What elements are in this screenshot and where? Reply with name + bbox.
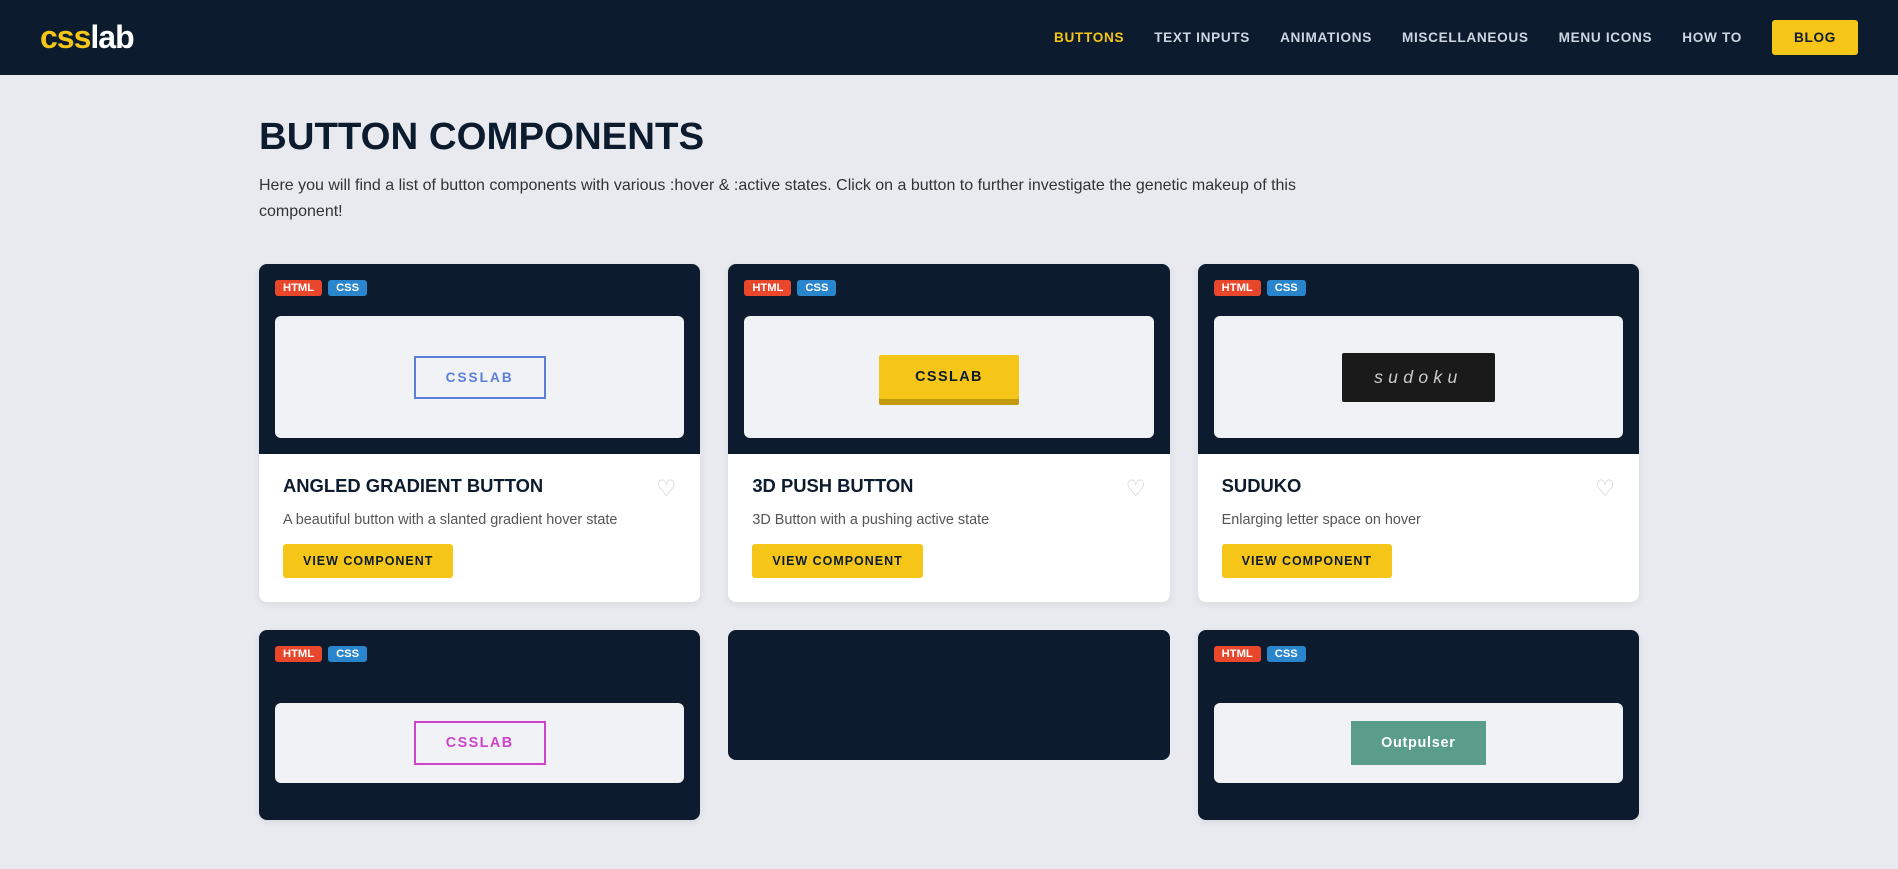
card-body-3d: 3D PUSH BUTTON ♡ 3D Button with a pushin… bbox=[728, 454, 1169, 602]
view-component-button-angled[interactable]: VIEW COMPONENT bbox=[283, 544, 453, 578]
card-4: HTML CSS CSSLab bbox=[259, 630, 700, 820]
nav-animations[interactable]: ANIMATIONS bbox=[1280, 30, 1372, 45]
tag-html-sudoku: HTML bbox=[1214, 280, 1261, 296]
view-component-button-sudoku[interactable]: VIEW COMPONENT bbox=[1222, 544, 1392, 578]
card-preview-3d: HTML CSS CSSLAB bbox=[728, 264, 1169, 454]
tag-css-3d: CSS bbox=[797, 280, 836, 296]
preview-btn-sudoku[interactable]: sudoku bbox=[1342, 353, 1494, 402]
card-preview-5: HTML CSS Outpulser bbox=[1198, 630, 1639, 820]
main-content: BUTTON COMPONENTS Here you will find a l… bbox=[199, 75, 1699, 860]
card-angled-gradient: HTML CSS CSSLAB ANGLED GRADIENT BUTTON ♡… bbox=[259, 264, 700, 602]
card-title-angled: ANGLED GRADIENT BUTTON bbox=[283, 474, 646, 498]
card-empty-middle bbox=[728, 630, 1169, 760]
card-subtitle-angled: A beautiful button with a slanted gradie… bbox=[283, 512, 676, 528]
card-title-3d: 3D PUSH BUTTON bbox=[752, 474, 1115, 498]
card-tags-4: HTML CSS bbox=[275, 646, 367, 662]
nav-text-inputs[interactable]: TEXT INPUTS bbox=[1154, 30, 1250, 45]
heart-icon[interactable]: ♡ bbox=[656, 476, 676, 502]
preview-btn-5[interactable]: Outpulser bbox=[1351, 721, 1485, 765]
tag-css-sudoku: CSS bbox=[1267, 280, 1306, 296]
nav-menu-icons[interactable]: MENU ICONS bbox=[1559, 30, 1653, 45]
tag-css: CSS bbox=[328, 280, 367, 296]
tag-html-5: HTML bbox=[1214, 646, 1261, 662]
site-logo[interactable]: csslab bbox=[40, 19, 134, 56]
card-header-row-3d: 3D PUSH BUTTON ♡ bbox=[752, 474, 1145, 502]
page-title: BUTTON COMPONENTS bbox=[259, 115, 1639, 159]
card-title-sudoku: SUDUKO bbox=[1222, 474, 1585, 498]
main-nav: BUTTONS TEXT INPUTS ANIMATIONS MISCELLAN… bbox=[1054, 20, 1858, 55]
preview-box-4: CSSLab bbox=[275, 703, 684, 783]
nav-blog-button[interactable]: BLOG bbox=[1772, 20, 1858, 55]
preview-box-angled: CSSLAB bbox=[275, 316, 684, 438]
card-header-row: ANGLED GRADIENT BUTTON ♡ bbox=[283, 474, 676, 502]
card-tags-sudoku: HTML CSS bbox=[1214, 280, 1306, 296]
cards-grid: HTML CSS CSSLAB ANGLED GRADIENT BUTTON ♡… bbox=[259, 264, 1639, 820]
tag-html: HTML bbox=[275, 280, 322, 296]
logo-css: css bbox=[40, 19, 90, 56]
nav-buttons[interactable]: BUTTONS bbox=[1054, 30, 1124, 45]
card-5: HTML CSS Outpulser bbox=[1198, 630, 1639, 820]
site-header: csslab BUTTONS TEXT INPUTS ANIMATIONS MI… bbox=[0, 0, 1898, 75]
heart-icon-sudoku[interactable]: ♡ bbox=[1595, 476, 1615, 502]
tag-html-3d: HTML bbox=[744, 280, 791, 296]
card-tags: HTML CSS bbox=[275, 280, 367, 296]
card-sudoku: HTML CSS sudoku SUDUKO ♡ Enlarging lette… bbox=[1198, 264, 1639, 602]
card-tags-5: HTML CSS bbox=[1214, 646, 1306, 662]
preview-btn-3d[interactable]: CSSLAB bbox=[879, 355, 1019, 399]
card-preview-angled: HTML CSS CSSLAB bbox=[259, 264, 700, 454]
logo-lab: lab bbox=[90, 19, 133, 56]
nav-how-to[interactable]: HOW TO bbox=[1682, 30, 1742, 45]
card-subtitle-3d: 3D Button with a pushing active state bbox=[752, 512, 1145, 528]
card-header-row-sudoku: SUDUKO ♡ bbox=[1222, 474, 1615, 502]
preview-btn-angled[interactable]: CSSLAB bbox=[414, 356, 546, 399]
card-tags-3d: HTML CSS bbox=[744, 280, 836, 296]
card-preview-4: HTML CSS CSSLab bbox=[259, 630, 700, 820]
card-body-sudoku: SUDUKO ♡ Enlarging letter space on hover… bbox=[1198, 454, 1639, 602]
heart-icon-3d[interactable]: ♡ bbox=[1126, 476, 1146, 502]
card-3d-push: HTML CSS CSSLAB 3D PUSH BUTTON ♡ 3D Butt… bbox=[728, 264, 1169, 602]
preview-box-5: Outpulser bbox=[1214, 703, 1623, 783]
card-subtitle-sudoku: Enlarging letter space on hover bbox=[1222, 512, 1615, 528]
preview-btn-4[interactable]: CSSLab bbox=[414, 721, 546, 765]
page-description: Here you will find a list of button comp… bbox=[259, 173, 1359, 224]
tag-html-4: HTML bbox=[275, 646, 322, 662]
tag-css-4: CSS bbox=[328, 646, 367, 662]
view-component-button-3d[interactable]: VIEW COMPONENT bbox=[752, 544, 922, 578]
preview-box-3d: CSSLAB bbox=[744, 316, 1153, 438]
card-body-angled: ANGLED GRADIENT BUTTON ♡ A beautiful but… bbox=[259, 454, 700, 602]
tag-css-5: CSS bbox=[1267, 646, 1306, 662]
nav-miscellaneous[interactable]: MISCELLANEOUS bbox=[1402, 30, 1529, 45]
card-preview-sudoku: HTML CSS sudoku bbox=[1198, 264, 1639, 454]
preview-box-sudoku: sudoku bbox=[1214, 316, 1623, 438]
